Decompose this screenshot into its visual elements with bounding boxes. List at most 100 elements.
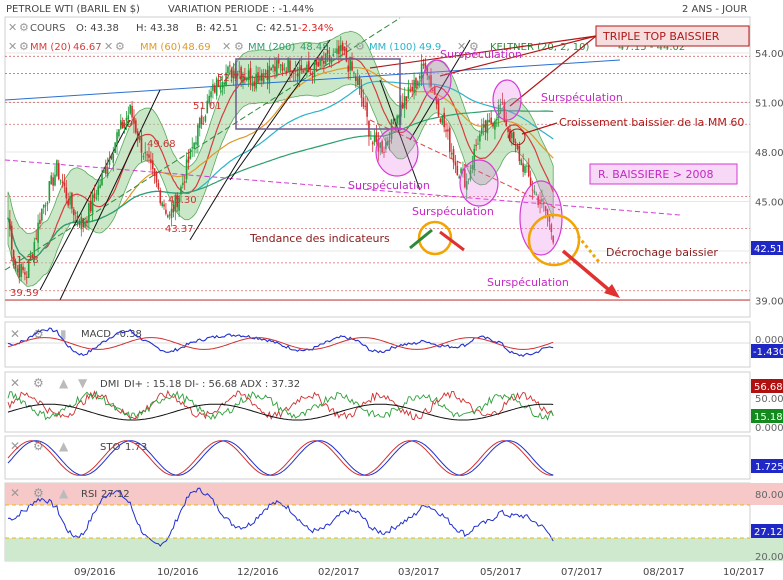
macd-label: MACD xyxy=(81,329,111,340)
indicator-panels: ✕ ⚙ ▮ MACD -0.38 0.000 -1.430 ✕ ⚙ ▲ ▼ DM… xyxy=(4,321,783,563)
candle-body xyxy=(524,165,526,173)
candle-body xyxy=(195,142,197,145)
instrument-title: PETROLE WTI (BARIL EN $) xyxy=(6,4,140,15)
candle-body xyxy=(338,45,340,55)
candle-body xyxy=(522,163,524,172)
candle-body xyxy=(93,193,96,198)
candle-body xyxy=(347,65,350,72)
candle-body xyxy=(189,148,192,159)
close-icon[interactable]: ✕ xyxy=(8,21,17,34)
gear-icon[interactable]: ⚙ xyxy=(19,40,29,53)
candle-body xyxy=(148,154,150,158)
candle-body xyxy=(279,64,282,66)
candle-body xyxy=(507,127,509,133)
candle-body xyxy=(458,176,460,179)
surspec-label: Surspéculation xyxy=(541,91,623,104)
candle-body xyxy=(78,222,81,226)
gear-icon[interactable]: ⚙ xyxy=(355,40,365,53)
candle-body xyxy=(110,154,113,159)
candle-body xyxy=(214,85,216,93)
candle-body xyxy=(118,129,120,137)
x-tick-label: 09/2016 xyxy=(74,567,116,578)
candle-body xyxy=(187,156,190,163)
decrochage-label: Décrochage baissier xyxy=(606,246,718,259)
candle-body xyxy=(527,164,530,177)
candle-body xyxy=(480,127,483,134)
level-label: 52.76 xyxy=(217,73,246,84)
level-label: 45.30 xyxy=(168,195,197,206)
period-text: 2 ANS - JOUR xyxy=(682,4,747,15)
candle-body xyxy=(249,68,252,84)
candle-body xyxy=(103,169,105,173)
legend-open: O: 43.38 xyxy=(76,23,119,34)
candle-body xyxy=(375,132,378,142)
surspec-ellipse xyxy=(422,59,452,101)
candle-body xyxy=(443,112,445,128)
drag-handle-icon[interactable]: ▮ xyxy=(60,327,67,341)
candle-body xyxy=(516,145,519,150)
level-label: 49.68 xyxy=(147,139,176,150)
candle-body xyxy=(402,102,404,109)
candle-body xyxy=(253,81,256,86)
candle-body xyxy=(153,168,156,176)
candle-body xyxy=(54,174,56,186)
candle-body xyxy=(285,70,288,74)
arrow-up-icon[interactable]: ▲ xyxy=(59,486,69,500)
level-label: 43.37 xyxy=(165,224,194,235)
candle-body xyxy=(309,72,312,74)
candle-body xyxy=(255,73,257,89)
close-icon[interactable]: ✕ xyxy=(8,40,17,53)
x-tick-label: 10/2016 xyxy=(157,567,199,578)
arrow-up-icon[interactable]: ▲ xyxy=(59,439,69,453)
legend-mm100-value: 49.9 xyxy=(419,42,441,53)
candle-body xyxy=(281,64,284,71)
x-tick-label: 05/2017 xyxy=(480,567,522,578)
candle-body xyxy=(245,78,248,81)
candle-body xyxy=(526,165,528,167)
candle-body xyxy=(63,182,66,187)
arrow-down-icon[interactable]: ▼ xyxy=(78,376,88,390)
candle-body xyxy=(274,66,276,72)
candle-body xyxy=(456,165,459,176)
candle-body xyxy=(413,79,415,93)
gear-icon[interactable]: ⚙ xyxy=(115,40,125,53)
y-tick-label: 45.00 xyxy=(755,197,783,208)
gear-icon[interactable]: ⚙ xyxy=(234,40,244,53)
candle-body xyxy=(157,183,160,189)
dmi-badge-plus-value: 15.18 xyxy=(754,412,783,423)
rsi-badge-value: 27.12 xyxy=(754,527,783,538)
candle-body xyxy=(229,65,231,67)
gear-icon[interactable]: ⚙ xyxy=(33,486,44,500)
candle-body xyxy=(74,212,77,214)
candle-body xyxy=(411,86,413,91)
candle-body xyxy=(270,68,272,71)
candle-body xyxy=(415,78,417,88)
candle-body xyxy=(39,219,41,224)
chart-canvas: PETROLE WTI (BARIL EN $) VARIATION PERIO… xyxy=(4,4,783,578)
candle-body xyxy=(161,202,163,206)
candle-body xyxy=(41,208,43,221)
close-icon[interactable]: ✕ xyxy=(10,327,20,341)
y-tick-label: 54.00 xyxy=(755,49,783,60)
gear-icon[interactable]: ⚙ xyxy=(33,376,44,390)
candle-body xyxy=(104,165,107,174)
candle-body xyxy=(454,161,457,166)
rsi-axis-bottom: 20.00 xyxy=(755,552,783,563)
candle-body xyxy=(492,122,494,127)
arrow-up-icon[interactable]: ▲ xyxy=(59,376,69,390)
candle-body xyxy=(140,137,143,153)
candle-body xyxy=(202,123,205,125)
close-icon[interactable]: ✕ xyxy=(222,40,231,53)
candle-body xyxy=(183,181,186,183)
candle-body xyxy=(371,142,374,145)
gear-icon[interactable]: ⚙ xyxy=(19,21,29,34)
surspec-label: Surspéculation xyxy=(412,205,494,218)
close-icon[interactable]: ✕ xyxy=(10,376,20,390)
candle-body xyxy=(59,180,62,182)
candle-body xyxy=(91,194,94,213)
close-icon[interactable]: ✕ xyxy=(104,40,113,53)
close-icon[interactable]: ✕ xyxy=(10,486,20,500)
candle-body xyxy=(69,195,71,205)
x-tick-label: 10/2017 xyxy=(723,567,765,578)
close-icon[interactable]: ✕ xyxy=(343,40,352,53)
